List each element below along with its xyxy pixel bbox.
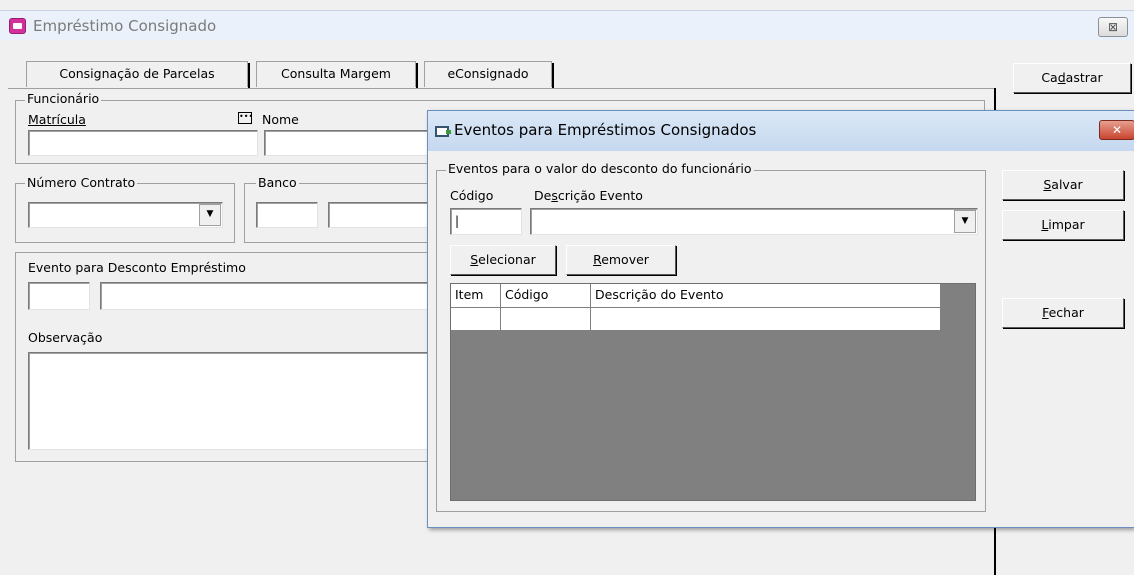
eventos-dialog: Eventos para Empréstimos Consignados ✕ E… (427, 110, 1134, 528)
fechar-label-post: echar (1048, 305, 1084, 320)
tab-separator (248, 63, 250, 89)
cadastrar-button[interactable]: Cadastrar (1013, 63, 1131, 93)
grid-header-descricao[interactable]: Descrição do Evento (591, 284, 941, 308)
banco-legend: Banco (256, 175, 299, 190)
observacao-label: Observação (28, 330, 103, 345)
grid-header-item[interactable]: Item (451, 284, 501, 308)
matricula-input[interactable] (28, 130, 258, 156)
salvar-label-post: alvar (1051, 177, 1083, 192)
tab-separator (552, 63, 554, 89)
tab-econsignado[interactable]: eConsignado (424, 61, 552, 87)
limpar-button[interactable]: Limpar (1002, 210, 1124, 240)
matricula-label: Matrícula (28, 112, 86, 127)
dialog-window-icon (435, 126, 451, 137)
selecionar-button[interactable]: Selecionar (450, 245, 556, 275)
nome-label: Nome (262, 112, 299, 127)
descricao-label-post: crição Evento (557, 188, 643, 203)
nome-input[interactable] (264, 130, 444, 156)
descricao-label-pre: De (534, 188, 552, 203)
codigo-label: Código (450, 188, 494, 203)
tab-consignacao-de-parcelas[interactable]: Consignação de Parcelas (26, 61, 248, 87)
evento-desconto-label: Evento para Desconto Empréstimo (28, 260, 246, 275)
main-window-title: Empréstimo Consignado (33, 17, 217, 35)
remover-label-key: R (593, 252, 602, 267)
tab-panel-top-border (8, 88, 996, 89)
cadastrar-label-pre: Ca (1041, 70, 1058, 85)
app-window-icon (9, 18, 26, 34)
cadastrar-label-post: astrar (1065, 70, 1103, 85)
eventos-grid[interactable]: Item Código Descrição do Evento (450, 283, 976, 501)
table-row-cell[interactable] (451, 308, 501, 331)
table-row-cell[interactable] (501, 308, 591, 331)
selecionar-label-key: S (470, 252, 479, 267)
descricao-evento-select[interactable]: ▼ (530, 208, 978, 235)
tab-consulta-margem[interactable]: Consulta Margem (256, 61, 416, 87)
dialog-title-bar[interactable]: Eventos para Empréstimos Consignados ✕ (428, 111, 1134, 151)
chevron-down-icon[interactable]: ▼ (954, 210, 976, 233)
salvar-button[interactable]: Salvar (1002, 170, 1124, 200)
evento-code-input[interactable] (28, 282, 90, 310)
main-title-bar[interactable]: Empréstimo Consignado ⊠ (0, 10, 1134, 40)
dialog-close-button[interactable]: ✕ (1099, 120, 1134, 140)
funcionario-legend: Funcionário (25, 91, 102, 106)
observacao-textarea[interactable] (28, 352, 448, 450)
remover-button[interactable]: Remover (566, 245, 676, 275)
banco-code-input[interactable] (256, 202, 318, 228)
selecionar-label-post: elecionar (478, 252, 536, 267)
cadastrar-label-key: d (1057, 70, 1066, 85)
numero-contrato-select[interactable]: ▼ (28, 202, 223, 228)
codigo-input[interactable]: | (450, 208, 522, 235)
eventos-group-legend: Eventos para o valor do desconto do func… (446, 161, 754, 176)
descricao-evento-label: Descrição Evento (534, 188, 643, 203)
chevron-down-icon[interactable]: ▼ (199, 204, 221, 226)
lookup-ellipsis-icon[interactable]: ••• (238, 112, 253, 124)
numero-contrato-legend: Número Contrato (25, 175, 138, 190)
main-close-button[interactable]: ⊠ (1098, 17, 1128, 37)
fechar-button[interactable]: Fechar (1002, 298, 1124, 328)
grid-header-codigo[interactable]: Código (501, 284, 591, 308)
dialog-title: Eventos para Empréstimos Consignados (454, 121, 757, 139)
tab-separator (416, 63, 418, 89)
remover-label-post: emover (601, 252, 649, 267)
evento-description-input[interactable] (100, 282, 444, 310)
table-row-cell[interactable] (591, 308, 941, 331)
limpar-label-post: impar (1048, 217, 1085, 232)
